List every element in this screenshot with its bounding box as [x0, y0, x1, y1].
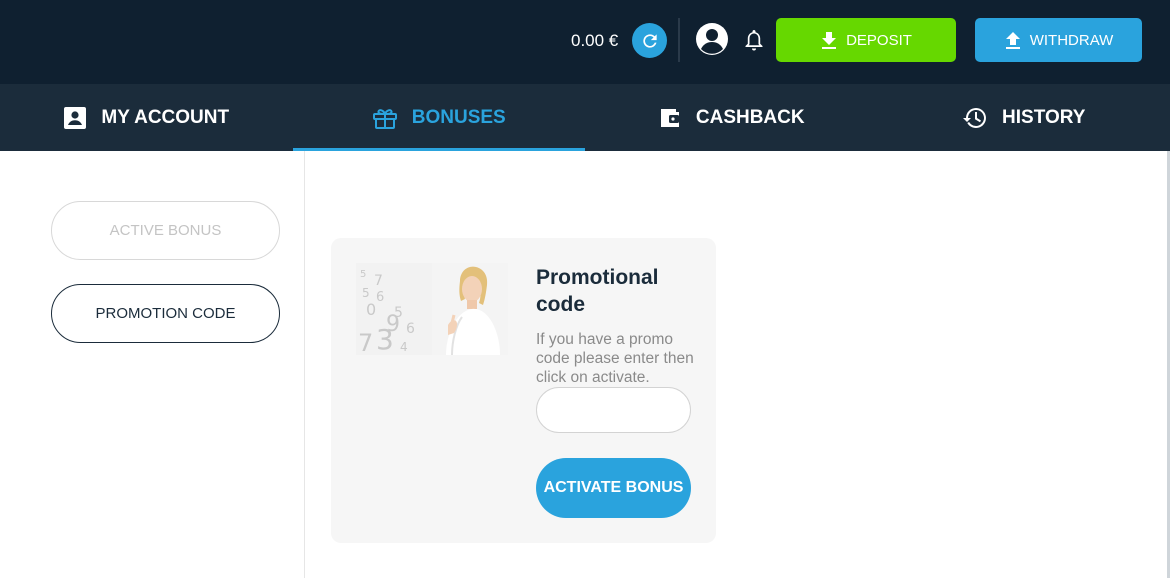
refresh-icon	[642, 33, 657, 48]
withdraw-button[interactable]: WITHDRAW	[975, 18, 1142, 62]
tab-history[interactable]: HISTORY	[878, 84, 1170, 151]
active-bonus-label: ACTIVE BONUS	[109, 222, 222, 239]
gift-icon	[372, 106, 398, 130]
tab-my-account-label: MY ACCOUNT	[101, 106, 230, 128]
bonuses-content: ACTIVE BONUS PROMOTION CODE 5 7 5 6 0 5 …	[0, 151, 1170, 578]
promo-code-input[interactable]	[536, 387, 691, 433]
svg-text:7: 7	[374, 273, 383, 289]
withdraw-label: WITHDRAW	[1029, 31, 1114, 49]
account-tabs: MY ACCOUNT BONUSES CASHBACK HISTORY	[0, 84, 1170, 151]
promo-illustration: 5 7 5 6 0 5 9 6 7 3 4	[356, 263, 508, 355]
tab-cashback-label: CASHBACK	[695, 106, 805, 128]
account-card-icon	[63, 106, 87, 130]
svg-text:7: 7	[358, 329, 373, 355]
svg-text:0: 0	[366, 300, 376, 319]
deposit-label: DEPOSIT	[846, 31, 912, 49]
svg-text:4: 4	[400, 340, 408, 354]
tab-bonuses[interactable]: BONUSES	[292, 84, 586, 151]
svg-text:5: 5	[362, 286, 370, 300]
deposit-button[interactable]: DEPOSIT	[776, 18, 956, 62]
promo-card-description: If you have a promo code please enter th…	[536, 331, 694, 386]
promotion-code-label: PROMOTION CODE	[95, 305, 236, 322]
bonus-sidebar: ACTIVE BONUS PROMOTION CODE	[0, 151, 305, 578]
history-icon	[962, 106, 988, 130]
activate-bonus-label: ACTIVATE BONUS	[543, 479, 684, 496]
header-divider	[678, 18, 680, 62]
activate-bonus-button[interactable]: ACTIVATE BONUS	[536, 458, 691, 518]
refresh-balance-button[interactable]	[632, 23, 667, 58]
promo-code-card: 5 7 5 6 0 5 9 6 7 3 4 Promotional code I…	[331, 238, 716, 543]
promo-card-title: Promotional code	[536, 266, 659, 316]
wallet-icon	[658, 106, 682, 130]
svg-text:6: 6	[376, 290, 384, 305]
active-bonus-button[interactable]: ACTIVE BONUS	[51, 201, 280, 260]
balance-amount: 0.00 €	[571, 31, 619, 50]
tab-history-label: HISTORY	[1002, 106, 1086, 128]
promotion-code-button[interactable]: PROMOTION CODE	[51, 284, 280, 343]
download-icon	[820, 31, 838, 49]
tab-bonuses-label: BONUSES	[411, 106, 506, 128]
upload-icon	[1004, 31, 1022, 49]
tab-cashback[interactable]: CASHBACK	[585, 84, 878, 151]
profile-icon[interactable]	[695, 22, 729, 56]
bell-icon[interactable]	[743, 28, 765, 52]
svg-text:6: 6	[406, 321, 415, 337]
tab-my-account[interactable]: MY ACCOUNT	[0, 84, 293, 151]
svg-text:5: 5	[360, 269, 366, 280]
top-bar: 0.00 € DEPOSIT WITHDRAW	[0, 0, 1170, 84]
svg-text:3: 3	[376, 323, 394, 355]
